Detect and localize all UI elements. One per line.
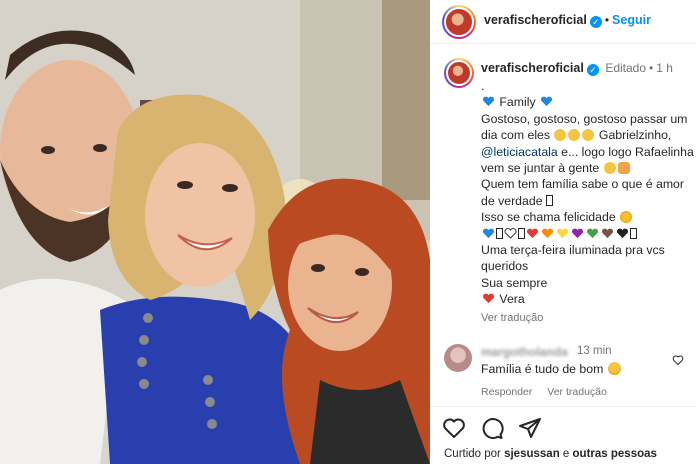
caption-text: . Family Gostoso, gostoso, gostoso passa… — [481, 78, 696, 326]
caption-text-span: Isso se chama felicidade — [481, 210, 616, 225]
folded-hands-emoji — [617, 162, 630, 175]
verified-badge-icon: ✓ — [589, 16, 602, 28]
author-avatar[interactable] — [442, 5, 476, 39]
post-header-meta: verafischeroficial ✓ • Seguir — [484, 13, 651, 28]
comment-text: Família é tudo de bom — [481, 362, 622, 376]
caption-line: Sua sempre — [481, 275, 548, 290]
comment-icon[interactable] — [480, 416, 504, 440]
brown-heart-emoji — [601, 228, 614, 238]
comment-like-heart-icon[interactable] — [672, 354, 684, 366]
caption-line: dia com eles Gabrielzinho, — [481, 127, 696, 143]
caption-line: . — [481, 79, 485, 93]
liked-by-text: Curtido por sjesussan e outras pessoas — [444, 448, 657, 460]
liked-by-prefix: Curtido por — [444, 448, 501, 460]
heart-row — [481, 226, 696, 242]
caption-line: queridos — [481, 259, 529, 274]
author-username[interactable]: verafischeroficial — [484, 13, 587, 27]
post-action-bar — [430, 406, 696, 446]
caption-line: Vera — [481, 291, 696, 307]
post-side-panel: verafischeroficial ✓ • Seguir verafischerof… — [430, 0, 696, 464]
blue-heart-emoji — [482, 96, 495, 107]
purple-heart-emoji — [571, 228, 584, 238]
caption-line: @leticiacatala e... logo logo Rafaelinha — [481, 144, 696, 160]
missing-glyph-icon — [630, 227, 637, 239]
smiling-face-emoji — [603, 162, 616, 175]
post-photo-illustration — [0, 0, 430, 464]
liked-by-joiner: e — [562, 448, 570, 460]
verified-badge-icon: ✓ — [586, 64, 599, 76]
caption-text-span: dia com eles — [481, 128, 551, 143]
reply-button[interactable]: Responder — [481, 386, 532, 398]
red-heart-emoji — [526, 228, 539, 238]
white-heart-emoji — [504, 227, 517, 239]
caption-signature: Vera — [499, 292, 525, 307]
comment-text-span: Família é tudo de bom — [481, 362, 604, 376]
yellow-heart-emoji — [556, 228, 569, 238]
see-translation-link[interactable]: Ver tradução — [481, 310, 696, 326]
post-header: verafischeroficial ✓ • Seguir — [430, 0, 696, 44]
sun-emoji — [620, 211, 633, 224]
mention-link[interactable]: @leticiacatala — [481, 145, 558, 159]
edited-label: Editado — [605, 61, 647, 75]
separator-dot: • — [649, 61, 654, 75]
smiling-face-emoji — [582, 129, 595, 142]
green-heart-emoji — [586, 228, 599, 238]
caption-line: de verdade — [481, 193, 696, 209]
missing-glyph-icon — [518, 227, 525, 239]
red-heart-emoji — [482, 293, 495, 304]
separator-dot: • — [604, 13, 610, 27]
smiling-face-emoji — [568, 129, 581, 142]
caption-line: Gostoso, gostoso, gostoso passar um — [481, 111, 688, 126]
blue-heart-emoji — [482, 228, 495, 238]
smiling-face-emoji — [554, 129, 567, 142]
missing-glyph-icon — [545, 194, 553, 206]
caption-author-avatar[interactable] — [444, 58, 474, 88]
comment-item: margotholanda 13 min Família é tudo de b… — [430, 340, 696, 404]
caption-line: Quem tem família sabe o que é amor — [481, 177, 684, 192]
orange-heart-emoji — [541, 228, 554, 238]
commenter-username[interactable]: margotholanda — [481, 345, 568, 359]
caption-text-span: vem se juntar à gente — [481, 161, 600, 176]
black-heart-emoji — [616, 228, 629, 238]
caption-author-username[interactable]: verafischeroficial — [481, 61, 584, 75]
caption-line: Family — [481, 94, 696, 110]
liked-by-others[interactable]: outras pessoas — [573, 448, 657, 460]
commenter-avatar[interactable] — [444, 344, 472, 372]
heart-eyes-emoji — [607, 362, 621, 375]
heart-icon[interactable] — [442, 416, 466, 440]
comment-actions: Responder Ver tradução — [481, 386, 619, 398]
comment-see-translation-link[interactable]: Ver tradução — [547, 386, 607, 398]
caption-line: Uma terça-feira iluminada pra vcs — [481, 243, 665, 258]
caption-text-span: de verdade — [481, 193, 543, 208]
caption-header: verafischeroficial ✓ Editado • 1 h — [481, 61, 673, 76]
caption-line: Isso se chama felicidade — [481, 209, 696, 225]
missing-glyph-icon — [496, 227, 503, 239]
caption-text-span: e... logo logo Rafaelinha — [561, 144, 694, 159]
blue-heart-emoji — [541, 96, 553, 107]
caption-line: vem se juntar à gente — [481, 160, 696, 176]
post-photo[interactable] — [0, 0, 430, 464]
caption-family: Family — [499, 95, 536, 110]
liked-by-user[interactable]: sjesussan — [504, 448, 560, 460]
comment-time: 13 min — [577, 345, 612, 357]
follow-button[interactable]: Seguir — [612, 13, 651, 27]
share-icon[interactable] — [518, 416, 542, 440]
caption-text-span: Gabrielzinho, — [598, 128, 672, 143]
post-time: 1 h — [656, 61, 673, 75]
